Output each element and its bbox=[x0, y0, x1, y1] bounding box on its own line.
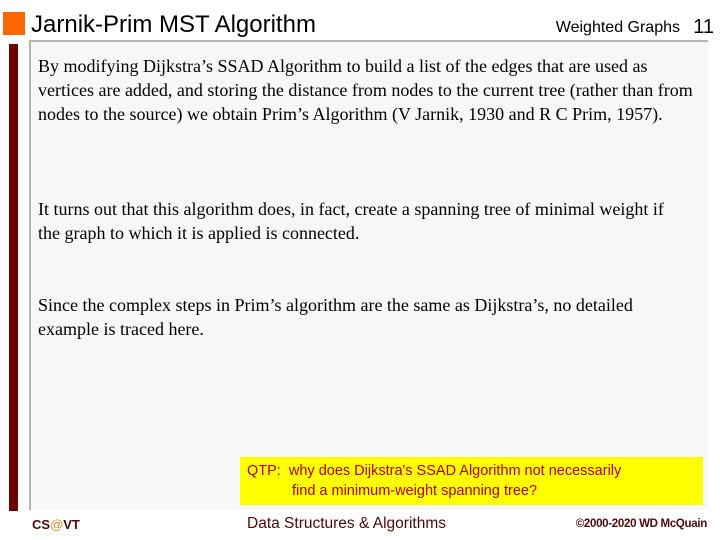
slide-title: Jarnik-Prim MST Algorithm bbox=[31, 11, 316, 38]
paragraph-no-example: Since the complex steps in Prim’s algori… bbox=[38, 295, 633, 339]
footer-cs: CS bbox=[32, 517, 51, 532]
footer-vt: VT bbox=[63, 517, 80, 532]
footer-course-label: CS@VT bbox=[32, 517, 80, 532]
content-panel: By modifying Dijkstra’s SSAD Algorithm t… bbox=[29, 40, 708, 510]
section-label: Weighted Graphs bbox=[555, 19, 680, 36]
footer-at-symbol: @ bbox=[50, 517, 64, 532]
side-accent-bar bbox=[9, 44, 18, 511]
title-marker bbox=[3, 12, 25, 35]
qtp-line-1: QTP: why does Dijkstra's SSAD Algorithm … bbox=[247, 463, 622, 479]
paragraph-minimal-weight: It turns out that this algorithm does, i… bbox=[38, 199, 664, 243]
paragraph-prim-description: By modifying Dijkstra’s SSAD Algorithm t… bbox=[38, 56, 693, 124]
slide-number: 11 bbox=[693, 16, 714, 38]
qtp-callout: QTP: why does Dijkstra's SSAD Algorithm … bbox=[240, 457, 703, 505]
footer-course-title: Data Structures & Algorithms bbox=[247, 515, 446, 532]
footer-copyright: ©2000-2020 WD McQuain bbox=[575, 518, 708, 530]
qtp-line-2: find a minimum-weight spanning tree? bbox=[292, 483, 538, 499]
